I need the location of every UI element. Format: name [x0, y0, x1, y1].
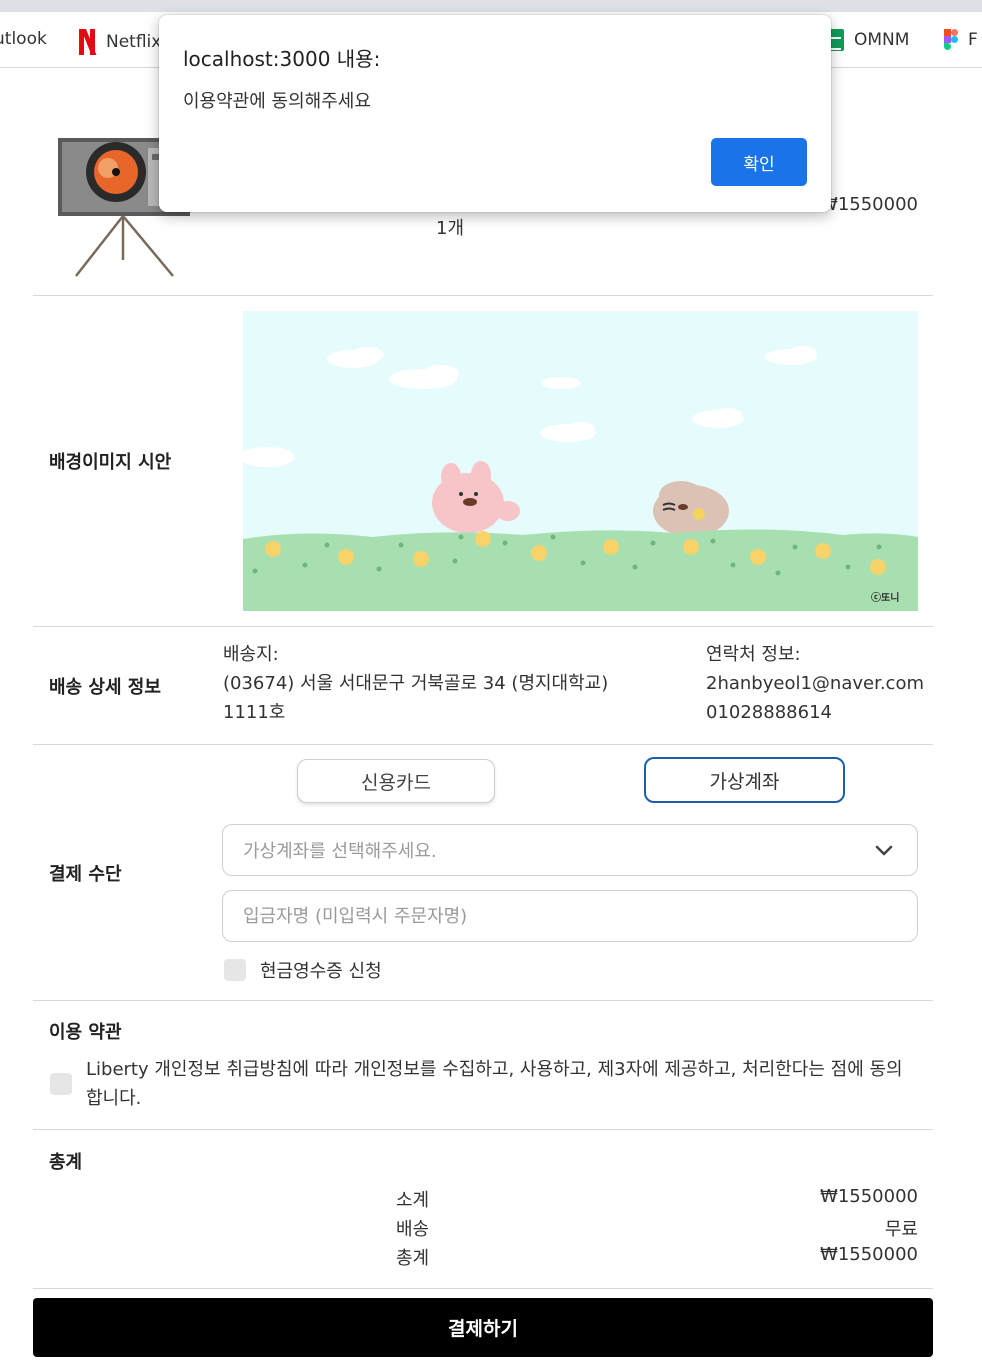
- terms-agreement-text: Liberty 개인정보 취급방침에 따라 개인정보를 수집하고, 사용하고, …: [86, 1059, 903, 1109]
- divider: [33, 1288, 933, 1289]
- shipping-address-block: 배송지: (03674) 서울 서대문구 거북골로 34 (명지대학교) 111…: [223, 640, 608, 727]
- cash-receipt-checkbox[interactable]: [224, 959, 246, 981]
- dialog-title: localhost:3000 내용:: [183, 47, 381, 71]
- alert-dialog: localhost:3000 내용: 이용약관에 동의해주세요 확인: [159, 15, 831, 212]
- netflix-icon: [78, 29, 97, 55]
- subtotal-label: 소계: [396, 1190, 430, 1211]
- total-label: 총계: [396, 1248, 430, 1269]
- virtual-account-button[interactable]: 가상계좌: [644, 757, 845, 803]
- background-preview-image: ⓒ또니: [243, 311, 918, 611]
- background-preview-label: 배경이미지 시안: [49, 452, 172, 473]
- address-title: 배송지:: [223, 644, 279, 665]
- divider: [33, 626, 933, 627]
- totals-label: 총계: [49, 1152, 83, 1173]
- bookmark-omnm[interactable]: OMNM: [828, 29, 909, 51]
- product-price: ₩1550000: [820, 194, 918, 215]
- checkout-button[interactable]: 결제하기: [33, 1298, 933, 1357]
- chevron-down-icon: [875, 845, 893, 856]
- address-line-2: 1111호: [223, 702, 286, 723]
- subtotal-value: ₩1550000: [820, 1186, 918, 1207]
- contact-title: 연락처 정보:: [706, 644, 801, 665]
- bookmark-netflix-label: Netflix: [106, 32, 162, 52]
- terms-agree-checkbox[interactable]: [50, 1073, 72, 1095]
- divider: [33, 1129, 933, 1130]
- contact-email: 2hanbyeol1@naver.com: [706, 673, 924, 694]
- virtual-account-select[interactable]: 가상계좌를 선택해주세요.: [222, 824, 918, 876]
- terms-label: 이용 약관: [49, 1022, 122, 1043]
- address-line-1: (03674) 서울 서대문구 거북골로 34 (명지대학교): [223, 673, 609, 694]
- depositor-name-input[interactable]: [222, 890, 918, 942]
- watermark-text: ⓒ또니: [871, 591, 899, 604]
- payment-method-label: 결제 수단: [49, 864, 122, 885]
- bookmark-outlook-label: utlook: [0, 29, 47, 49]
- shipping-label: 배송 상세 정보: [49, 677, 161, 698]
- divider: [33, 744, 933, 745]
- cash-receipt-label: 현금영수증 신청: [260, 961, 382, 982]
- total-value: ₩1550000: [820, 1244, 918, 1265]
- contact-info-block: 연락처 정보: 2hanbyeol1@naver.com 01028888614: [706, 640, 924, 727]
- shipping-fee-label: 배송: [396, 1219, 430, 1240]
- figma-icon: [944, 29, 958, 50]
- bookmark-outlook[interactable]: utlook: [0, 29, 47, 49]
- virtual-account-select-placeholder: 가상계좌를 선택해주세요.: [243, 841, 437, 862]
- divider: [33, 295, 933, 296]
- bookmark-figma-label: F: [968, 30, 978, 50]
- divider: [33, 1000, 933, 1001]
- shipping-fee-value: 무료: [884, 1219, 918, 1240]
- bookmark-omnm-label: OMNM: [854, 30, 910, 50]
- credit-card-button[interactable]: 신용카드: [297, 759, 495, 803]
- dialog-ok-button[interactable]: 확인: [711, 138, 807, 186]
- browser-tab-strip: [0, 0, 982, 12]
- bookmark-netflix[interactable]: Netflix: [78, 29, 161, 55]
- product-quantity: 1개: [436, 218, 465, 239]
- contact-phone: 01028888614: [706, 702, 832, 723]
- bookmark-figma[interactable]: F: [944, 29, 978, 51]
- dialog-message: 이용약관에 동의해주세요: [183, 91, 371, 112]
